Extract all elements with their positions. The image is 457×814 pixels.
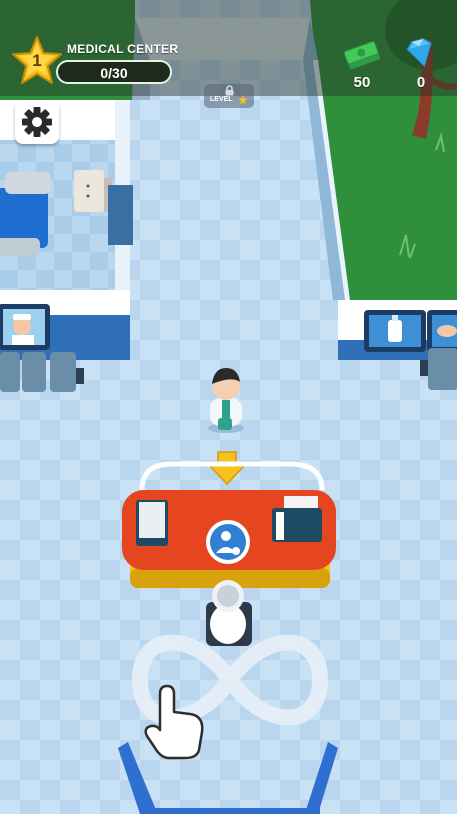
handwash-poster	[364, 310, 426, 352]
locked-level-badge[interactable]: LEVEL	[204, 84, 254, 108]
settings-button[interactable]	[15, 100, 59, 144]
level-progress-text: 0/30	[100, 65, 128, 81]
nurse-poster	[0, 304, 50, 350]
gems-value: 0	[416, 74, 426, 91]
game-scene[interactable]	[0, 0, 457, 814]
location-title: MEDICAL CENTER	[67, 42, 179, 56]
cash-stack-icon	[343, 41, 380, 70]
cash-value: 50	[353, 74, 371, 91]
gear-icon	[22, 107, 52, 137]
level-star: 1	[10, 34, 64, 88]
locked-level-label: LEVEL	[210, 96, 233, 103]
lock-icon	[225, 85, 234, 96]
waiting-chairs-left	[0, 352, 84, 392]
diamond-icon	[406, 38, 432, 67]
hospital-bed	[0, 172, 51, 256]
level-progress-bar: 0/30	[56, 60, 172, 84]
doctor-character[interactable]	[208, 368, 244, 433]
small-star-icon	[238, 95, 248, 105]
patient-queue-icon[interactable]	[206, 520, 250, 564]
hands-poster	[427, 310, 457, 352]
